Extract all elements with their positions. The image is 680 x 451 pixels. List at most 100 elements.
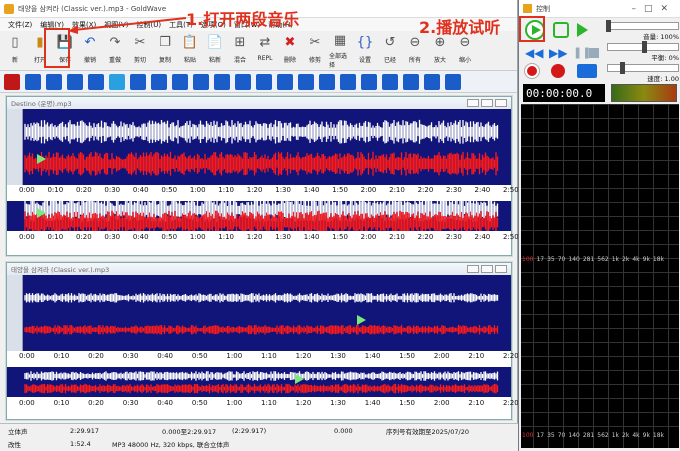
- effect-icon[interactable]: [151, 73, 167, 90]
- effect-icon[interactable]: [403, 73, 419, 90]
- grid-line: [521, 244, 679, 245]
- doc1-waveform[interactable]: [7, 109, 511, 185]
- toolbar-button-label: 删除: [283, 57, 296, 64]
- effect-icon[interactable]: [4, 73, 20, 90]
- toolbar-button[interactable]: ⊕ 放大: [429, 33, 451, 69]
- grid-line: [668, 272, 669, 448]
- effect-icon[interactable]: [214, 73, 230, 90]
- toolbar-button[interactable]: ▦ 全部选择: [329, 33, 351, 70]
- play-button-highlight: [519, 16, 545, 42]
- toolbar-button[interactable]: ⊞ 混合: [229, 33, 251, 69]
- effect-icon[interactable]: [46, 73, 62, 90]
- toolbar-button[interactable]: ⊖ 缩小: [454, 33, 476, 69]
- grid-line: [521, 398, 679, 399]
- effect-icon[interactable]: [193, 73, 209, 90]
- effect-icon[interactable]: [424, 73, 440, 90]
- grid-line: [521, 160, 679, 161]
- toolbar-button[interactable]: ❐ 复制: [154, 33, 176, 69]
- grid-line: [533, 272, 534, 448]
- time-readout: 00:00:00.0: [526, 86, 593, 100]
- grid-line: [521, 314, 679, 315]
- doc2-waveform[interactable]: [7, 275, 511, 351]
- ruler-tick: 1:30: [275, 233, 291, 241]
- effect-icon[interactable]: [382, 73, 398, 90]
- toolbar-button[interactable]: ↷ 重做: [104, 33, 126, 69]
- toolbar-button[interactable]: 📋 粘贴: [179, 33, 201, 69]
- record-button[interactable]: [525, 64, 539, 78]
- effect-icon[interactable]: [256, 73, 272, 90]
- effect-icon[interactable]: [445, 73, 461, 90]
- maximize-button[interactable]: [481, 265, 493, 273]
- speed-slider[interactable]: [607, 62, 679, 74]
- window-controls[interactable]: –□✕: [631, 4, 676, 14]
- doc2-time-ruler: 0:00 0:10 0:20 0:30 0:40 0:50 1:00 1:10 1:20 1:30…: [7, 351, 519, 365]
- toolbar-button[interactable]: ✖ 删除: [279, 33, 301, 69]
- ruler-tick: 1:20: [295, 399, 312, 407]
- effect-icon[interactable]: [25, 73, 41, 90]
- effect-icon[interactable]: [67, 73, 83, 90]
- grid-line: [578, 272, 579, 448]
- minimize-button[interactable]: [467, 265, 479, 273]
- balance-slider[interactable]: [607, 41, 679, 53]
- mix-icon: ⊞: [234, 34, 246, 50]
- paste-new-icon: 📄: [206, 34, 224, 50]
- frequency-label: 70: [557, 432, 566, 439]
- ruler-tick: 0:30: [104, 233, 121, 241]
- effect-icon[interactable]: [361, 73, 377, 90]
- effect-icon[interactable]: [88, 73, 104, 90]
- grid-line: [521, 272, 679, 273]
- toolbar-button[interactable]: ✂ 剪切: [129, 33, 151, 69]
- toolbar-button[interactable]: ⇄ REPL: [254, 33, 276, 69]
- ruler-tick: 2:30: [446, 186, 462, 194]
- play-selection-button[interactable]: [577, 23, 588, 37]
- ruler-tick: 0:50: [191, 352, 208, 360]
- close-button[interactable]: [495, 99, 507, 107]
- effect-icon[interactable]: [319, 73, 335, 90]
- toolbar-button[interactable]: ▯ 新: [4, 33, 26, 69]
- play-loop-button[interactable]: [553, 22, 569, 38]
- done-icon: ↺: [384, 34, 396, 50]
- doc1-overview[interactable]: [7, 201, 511, 231]
- document-window-2[interactable]: 태양을 삼켜라 (Classic ver.).mp3 0:00 0:10 0:20 0…: [6, 262, 519, 420]
- toolbar-button-label: 已经: [383, 57, 396, 64]
- effect-icon[interactable]: [277, 73, 293, 90]
- menu-item[interactable]: 文件(Z): [8, 20, 32, 30]
- ruler-tick: 0:30: [122, 352, 139, 360]
- effect-icon[interactable]: [109, 73, 125, 90]
- record-new-button[interactable]: [551, 64, 565, 78]
- effect-icon[interactable]: [340, 73, 356, 90]
- effect-icon[interactable]: [172, 73, 188, 90]
- ruler-tick: 0:40: [132, 233, 149, 241]
- fast-forward-button[interactable]: ▶▶: [549, 46, 567, 60]
- ruler-tick: 0:10: [53, 399, 70, 407]
- toolbar-button-label: 所有: [408, 57, 421, 64]
- grid-line: [521, 384, 679, 385]
- frequency-label: 140: [568, 432, 580, 439]
- stop-button[interactable]: [589, 48, 599, 58]
- effect-icon[interactable]: [298, 73, 314, 90]
- toolbar-button[interactable]: ↺ 已经: [379, 33, 401, 69]
- frequency-label: 281: [582, 432, 595, 439]
- effect-icon[interactable]: [130, 73, 146, 90]
- toolbar-button-label: 撤销: [83, 57, 96, 64]
- toolbar-button[interactable]: ⊖ 所有: [404, 33, 426, 69]
- effects-toolbar: [0, 71, 517, 93]
- toolbar-button[interactable]: ↶ 撤销: [79, 33, 101, 69]
- toolbar-button[interactable]: ✂ 修剪: [304, 33, 326, 69]
- toolbar-button[interactable]: {} 设置: [354, 33, 376, 69]
- frequency-label: 100: [522, 432, 534, 439]
- close-button[interactable]: [495, 265, 507, 273]
- document-window-1[interactable]: Destino (운명).mp3 0:00 0:10 0:20 0:30 0:40 0:5…: [6, 96, 519, 256]
- minimize-button[interactable]: [467, 99, 479, 107]
- volume-slider[interactable]: [606, 20, 679, 32]
- status-mode: 立体声: [8, 427, 28, 436]
- maximize-button[interactable]: [481, 99, 493, 107]
- doc2-overview[interactable]: [7, 367, 511, 397]
- grid-line: [521, 286, 679, 287]
- settings-toggle[interactable]: [577, 64, 597, 78]
- grid-line: [521, 146, 679, 147]
- grid-line: [521, 370, 679, 371]
- toolbar-button[interactable]: 📄 粘新: [204, 33, 226, 69]
- rewind-button[interactable]: ◀◀: [525, 46, 543, 60]
- effect-icon[interactable]: [235, 73, 251, 90]
